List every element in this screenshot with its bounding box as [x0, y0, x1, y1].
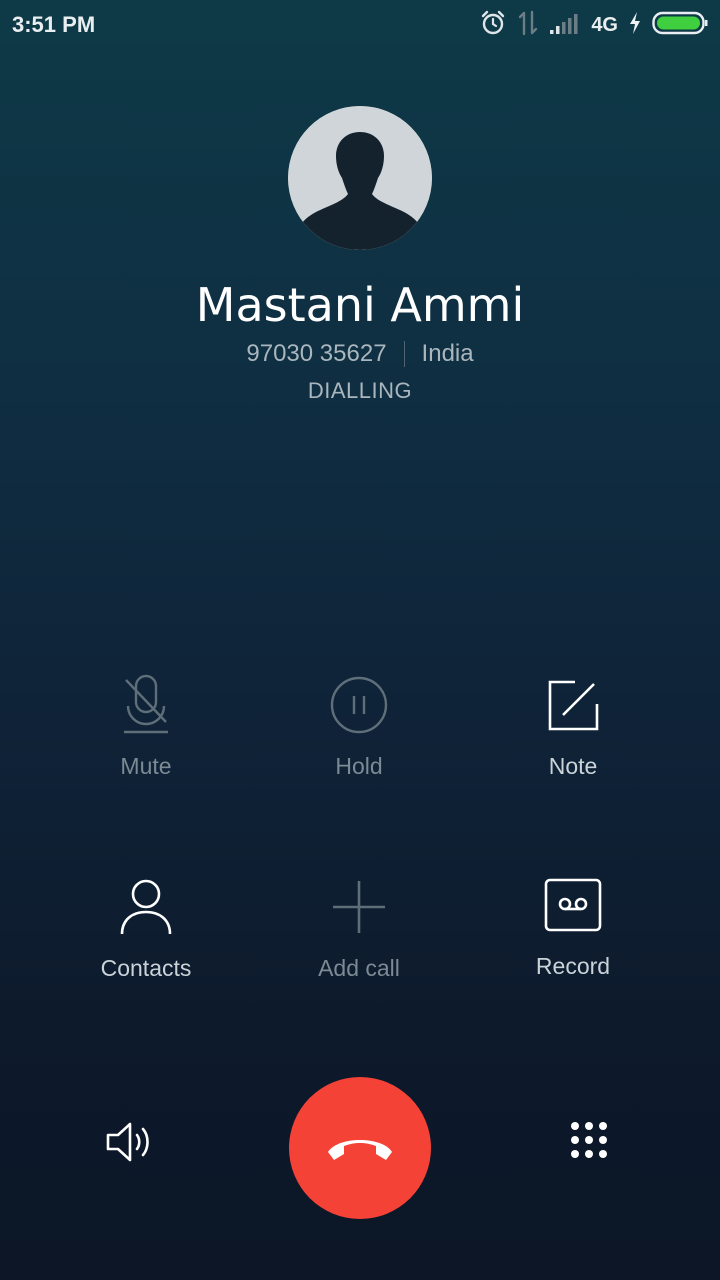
speaker-icon	[106, 1122, 149, 1162]
mute-button[interactable]: Mute	[46, 670, 246, 800]
signal-icon	[549, 11, 581, 40]
dialpad-icon	[571, 1122, 607, 1158]
note-button[interactable]: Note	[473, 670, 673, 800]
alarm-icon	[479, 9, 507, 42]
charging-icon	[628, 11, 642, 40]
contact-location: India	[421, 340, 474, 367]
note-label: Note	[548, 753, 598, 779]
contacts-label: Contacts	[100, 955, 192, 981]
data-transfer-icon	[517, 10, 539, 41]
contact-number-line: 97030 35627 India	[0, 340, 720, 368]
record-icon	[544, 878, 602, 932]
record-label: Record	[535, 953, 611, 979]
contacts-icon	[120, 879, 172, 935]
battery-icon	[652, 10, 708, 41]
end-call-icon	[328, 1140, 392, 1160]
call-status: DIALLING	[307, 378, 413, 403]
dialpad-button[interactable]	[559, 1110, 619, 1170]
speaker-button[interactable]	[100, 1112, 160, 1172]
person-silhouette-icon	[288, 106, 432, 250]
mute-icon	[124, 674, 168, 734]
contact-avatar	[288, 106, 432, 250]
contact-name: Mastani Ammi	[195, 278, 525, 332]
status-bar: 3:51 PM 4G	[0, 0, 720, 50]
mute-label: Mute	[120, 753, 172, 779]
add-call-button[interactable]: Add call	[259, 872, 459, 1002]
end-call-button[interactable]	[289, 1077, 431, 1219]
add-call-icon	[333, 881, 385, 933]
record-button[interactable]: Record	[473, 870, 673, 1000]
status-time: 3:51 PM	[12, 12, 96, 37]
hold-label: Hold	[335, 753, 383, 779]
divider	[403, 341, 405, 367]
note-icon	[548, 680, 599, 731]
phone-number: 97030 35627	[246, 340, 387, 367]
contacts-button[interactable]: Contacts	[46, 872, 246, 1002]
network-type: 4G	[591, 13, 618, 36]
hold-button[interactable]: Hold	[259, 670, 459, 800]
status-icons: 4G	[479, 10, 708, 40]
add-call-label: Add call	[318, 955, 400, 981]
hold-icon	[330, 676, 388, 734]
